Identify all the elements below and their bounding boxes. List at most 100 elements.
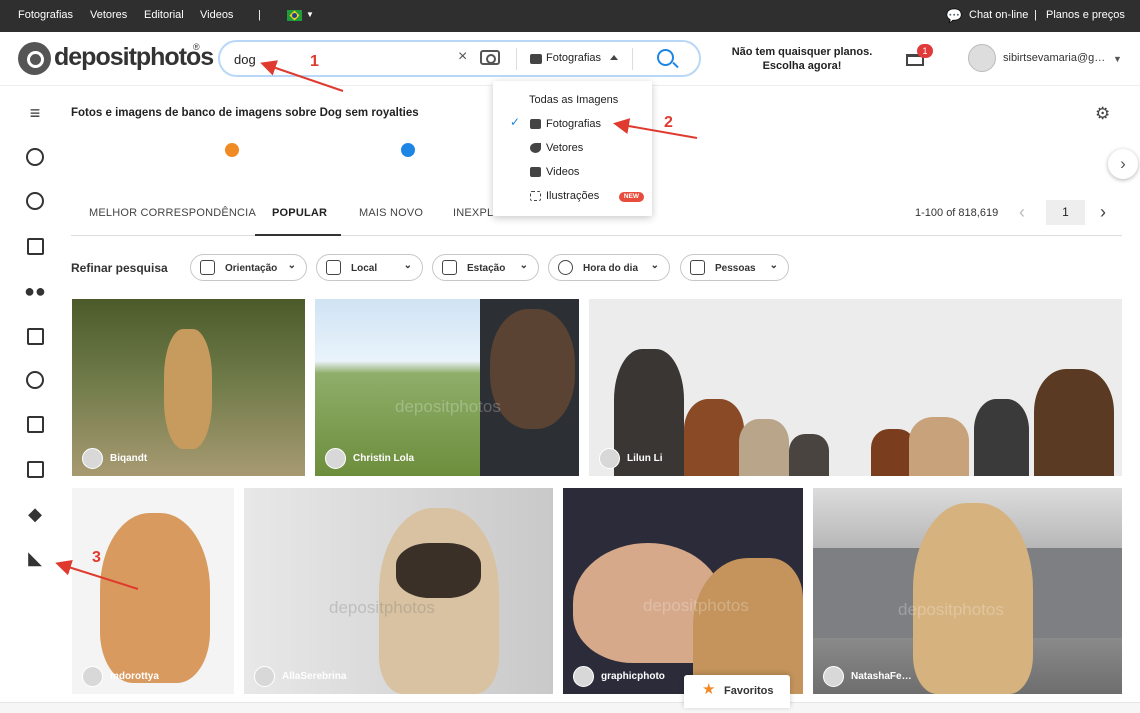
- photo-author[interactable]: AllaSerebrina: [254, 666, 346, 687]
- bottom-bar: [0, 702, 1140, 713]
- photo-result-card[interactable]: depositphotos NatashaFe…: [813, 488, 1122, 694]
- prev-page-icon[interactable]: ‹: [1019, 202, 1025, 223]
- chips-next-arrow-icon[interactable]: ›: [1108, 149, 1138, 179]
- people-icon[interactable]: ●●: [24, 280, 46, 302]
- tag-remove-icon[interactable]: ◆: [24, 503, 46, 525]
- photo-author[interactable]: NatashaFe…: [823, 666, 912, 687]
- active-tab-indicator: [255, 234, 341, 236]
- nav-separator: |: [258, 9, 261, 21]
- dropdown-item-photos[interactable]: ✓ Fotografias: [493, 113, 652, 137]
- watermark: depositphotos: [395, 397, 501, 416]
- search-input[interactable]: dog: [234, 52, 256, 67]
- related-chip-vetores-dog[interactable]: Vetores Dog: [248, 145, 416, 183]
- list-icon[interactable]: [24, 325, 46, 347]
- dropdown-item-videos[interactable]: Videos: [493, 161, 652, 185]
- chat-online-link[interactable]: Chat on-line: [969, 9, 1028, 21]
- logo-registered-mark: ®: [193, 42, 200, 52]
- dog-shape: [164, 329, 212, 449]
- chevron-down-icon[interactable]: ▼: [1113, 54, 1122, 64]
- page-number-input[interactable]: 1: [1046, 200, 1085, 225]
- nav-videos[interactable]: Videos: [200, 9, 233, 21]
- menu-icon[interactable]: ≡: [24, 102, 46, 124]
- photo-result-card[interactable]: depositphotos Christin Lola: [315, 299, 579, 476]
- plan-message-cta[interactable]: Escolha agora!: [727, 59, 877, 73]
- search-icon[interactable]: [657, 49, 674, 66]
- account-username[interactable]: sibirtsevamaria@g…: [1003, 52, 1105, 64]
- dropdown-item-label: Videos: [546, 166, 580, 178]
- avatar: [599, 448, 620, 469]
- language-chevron-icon[interactable]: ▼: [306, 10, 314, 19]
- dropdown-item-all-images[interactable]: Todas as Imagens: [493, 89, 652, 113]
- tabs-divider: [71, 235, 1122, 236]
- filter-people[interactable]: Pessoas ⌄: [680, 254, 789, 281]
- focus-frame-icon[interactable]: [24, 235, 46, 257]
- annotation-number-1: 1: [310, 53, 319, 70]
- filter-label: Pessoas: [715, 263, 756, 274]
- tab-best-match[interactable]: MELHOR CORRESPONDÊNCIA: [89, 207, 256, 219]
- orientation-icon: [200, 260, 215, 275]
- filter-label: Hora do dia: [583, 263, 639, 274]
- search-type-select[interactable]: Fotografias: [546, 52, 601, 64]
- image-search-camera-icon[interactable]: [480, 50, 500, 65]
- paint-bucket-icon[interactable]: ◣: [24, 547, 46, 569]
- plans-pricing-link[interactable]: Planos e preços: [1046, 9, 1125, 21]
- plan-message[interactable]: Não tem quaisquer planos. Escolha agora!: [727, 45, 877, 73]
- star-icon: ★: [702, 681, 716, 698]
- related-chip-pet[interactable]: Pet: [778, 145, 946, 183]
- avatar: [573, 666, 594, 687]
- photo-result-card[interactable]: depositphotos AllaSerebrina: [244, 488, 553, 694]
- dog-face-shape: [396, 543, 481, 598]
- filter-season[interactable]: Estação ⌄: [432, 254, 539, 281]
- pen-icon: [530, 143, 541, 153]
- photo-author[interactable]: graphicphoto: [573, 666, 665, 687]
- user-circle-icon[interactable]: [24, 369, 46, 391]
- related-chip-colecao-dog[interactable]: Coleção Principal Dog: [71, 145, 239, 183]
- caret-up-icon[interactable]: [610, 55, 618, 60]
- dropdown-item-label: Ilustrações: [546, 190, 600, 202]
- photo-result-card[interactable]: depositphotos graphicphoto: [563, 488, 803, 694]
- nav-fotografias[interactable]: Fotografias: [18, 9, 73, 21]
- resize-icon[interactable]: [24, 413, 46, 435]
- logo-mark-icon[interactable]: [18, 42, 51, 75]
- chat-bubble-icon[interactable]: 💬: [946, 8, 962, 24]
- tab-newest[interactable]: MAIS NOVO: [359, 207, 423, 219]
- nav-editorial[interactable]: Editorial: [144, 9, 184, 21]
- chevron-down-icon: ⌄: [650, 260, 659, 271]
- favorites-button[interactable]: ★ Favoritos: [684, 675, 790, 708]
- photo-author[interactable]: Biqandt: [82, 448, 147, 469]
- chevron-down-icon: ⌄: [287, 260, 296, 271]
- news-icon[interactable]: [24, 458, 46, 480]
- dropdown-item-vectors[interactable]: Vetores: [493, 137, 652, 161]
- related-chip-caes[interactable]: Cães: [955, 145, 1123, 183]
- dropdown-item-label: Fotografias: [546, 118, 602, 130]
- filter-label: Estação: [467, 263, 506, 274]
- dog-shape: [684, 399, 744, 476]
- tab-popular[interactable]: POPULAR: [272, 207, 327, 219]
- trending-icon[interactable]: [24, 146, 46, 168]
- illustration-icon: [530, 191, 541, 201]
- nav-vetores[interactable]: Vetores: [90, 9, 127, 21]
- filter-time-of-day[interactable]: Hora do dia ⌄: [548, 254, 670, 281]
- avatar: [325, 448, 346, 469]
- brazil-flag-icon[interactable]: [287, 10, 302, 21]
- dog-shape: [739, 419, 789, 476]
- photo-result-card[interactable]: Biqandt: [72, 299, 305, 476]
- filter-location[interactable]: Local ⌄: [316, 254, 423, 281]
- logo-wordmark[interactable]: depositphotos: [54, 43, 214, 72]
- next-page-icon[interactable]: ›: [1100, 202, 1106, 223]
- filter-orientation[interactable]: Orientação ⌄: [190, 254, 307, 281]
- gear-icon[interactable]: ⚙: [1095, 104, 1110, 124]
- photo-result-card[interactable]: Lilun Li: [589, 299, 1122, 476]
- avatar[interactable]: [968, 44, 996, 72]
- author-name: Biqandt: [110, 453, 148, 464]
- photo-author[interactable]: Christin Lola: [325, 448, 414, 469]
- pen-badge-icon: [399, 141, 417, 159]
- chevron-down-icon: ⌄: [519, 260, 528, 271]
- dropdown-item-illustrations[interactable]: Ilustrações NEW: [493, 185, 652, 209]
- globe-icon[interactable]: [24, 190, 46, 212]
- author-name: AllaSerebrina: [282, 671, 347, 682]
- photo-author[interactable]: mdorottya: [82, 666, 159, 687]
- clear-search-icon[interactable]: ×: [458, 48, 467, 66]
- photo-result-card[interactable]: mdorottya: [72, 488, 234, 694]
- photo-author[interactable]: Lilun Li: [599, 448, 663, 469]
